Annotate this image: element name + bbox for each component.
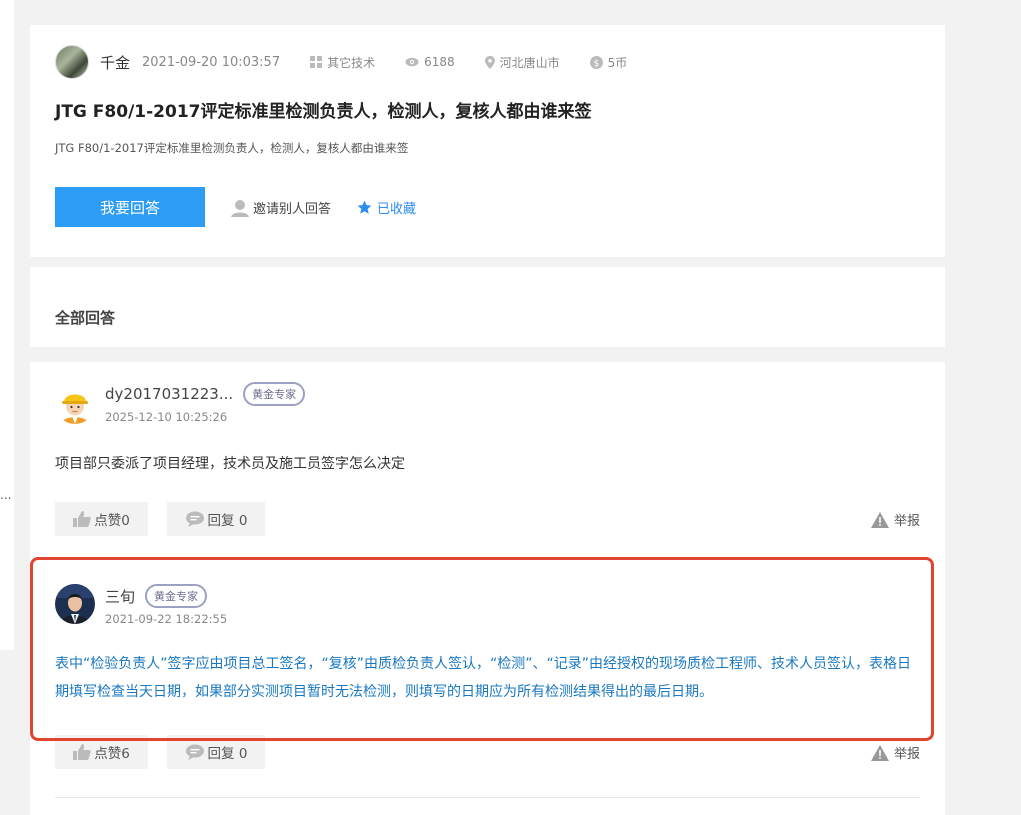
- reply-button[interactable]: 回复 0: [167, 502, 265, 536]
- like-count: 点赞0: [94, 513, 130, 529]
- all-answers-header: 全部回答: [30, 267, 945, 347]
- asker-name[interactable]: 千金: [100, 52, 130, 73]
- favorite-label: 已收藏: [377, 202, 417, 217]
- reply-count: 回复 0: [207, 746, 248, 762]
- star-icon: [357, 200, 372, 214]
- reply-count: 回复 0: [207, 513, 248, 529]
- coin-icon: $: [589, 55, 603, 69]
- answers-list: dy2017031223... 黄金专家 2025-12-10 10:25:26…: [30, 362, 945, 815]
- answer-time: 2021-09-22 18:22:55: [105, 612, 228, 626]
- warning-icon: [870, 511, 889, 528]
- location-meta: 河北唐山市: [484, 54, 560, 71]
- thumbs-up-icon: [73, 744, 91, 760]
- thumbs-up-icon: [73, 511, 91, 527]
- views-count: 6188: [424, 55, 455, 69]
- left-sidebar-strip: ...: [0, 0, 14, 650]
- report-button[interactable]: 举报: [870, 743, 920, 762]
- reply-button[interactable]: 回复 0: [167, 735, 265, 769]
- answerer-name[interactable]: 三旬: [105, 586, 135, 607]
- warning-icon: [870, 744, 889, 761]
- answer-text: 项目部只委派了项目经理，技术员及施工员签字怎么决定: [55, 456, 405, 472]
- eye-icon: [405, 57, 419, 67]
- report-button[interactable]: 举报: [870, 510, 920, 529]
- answer-actions: 点赞0 回复 0 举报: [55, 502, 920, 536]
- svg-text:$: $: [593, 59, 599, 69]
- report-label: 举报: [893, 514, 920, 529]
- views-meta: 6188: [405, 55, 455, 69]
- person-icon: [231, 199, 249, 217]
- invite-label: 邀请别人回答: [253, 202, 332, 217]
- answer-item: dy2017031223... 黄金专家 2025-12-10 10:25:26…: [55, 382, 920, 478]
- question-meta: 千金 2021-09-20 10:03:57 其它技术 6188 河北唐山市 $…: [55, 45, 627, 79]
- category-label: 其它技术: [327, 55, 376, 70]
- answer-item: 三旬 黄金专家 2021-09-22 18:22:55 表中“检验负责人”签字应…: [55, 584, 920, 706]
- answerer-name[interactable]: dy2017031223...: [105, 385, 233, 403]
- question-description: JTG F80/1-2017评定标准里检测负责人，检测人，复核人都由谁来签: [55, 141, 409, 155]
- favorite-button[interactable]: 已收藏: [357, 198, 416, 217]
- answer-time: 2025-12-10 10:25:26: [105, 410, 228, 424]
- comment-bubble-icon: [185, 744, 204, 760]
- category-grid-icon: [310, 56, 323, 68]
- comment-bubble-icon: [185, 511, 204, 527]
- like-count: 点赞6: [94, 746, 130, 762]
- invite-button[interactable]: 邀请别人回答: [230, 198, 331, 217]
- man-in-suit-avatar-icon[interactable]: [55, 584, 95, 624]
- expert-badge: 黄金专家: [145, 584, 208, 608]
- list-divider: [55, 797, 920, 798]
- category-meta[interactable]: 其它技术: [310, 54, 375, 71]
- truncated-text: ...: [0, 488, 12, 502]
- like-button[interactable]: 点赞6: [55, 735, 148, 769]
- question-time: 2021-09-20 10:03:57: [142, 54, 281, 70]
- reward-meta: $ 5币: [589, 54, 628, 71]
- worker-helmet-avatar-icon[interactable]: [55, 384, 95, 424]
- location-label: 河北唐山市: [499, 55, 560, 70]
- all-answers-title: 全部回答: [55, 309, 116, 327]
- answer-actions: 点赞6 回复 0 举报: [55, 735, 920, 769]
- asker-avatar[interactable]: [55, 45, 89, 79]
- question-card: 千金 2021-09-20 10:03:57 其它技术 6188 河北唐山市 $…: [30, 25, 945, 257]
- question-title: JTG F80/1-2017评定标准里检测负责人，检测人，复核人都由谁来签: [55, 102, 592, 122]
- like-button[interactable]: 点赞0: [55, 502, 148, 536]
- answer-button[interactable]: 我要回答: [55, 187, 205, 227]
- report-label: 举报: [893, 747, 920, 762]
- answer-text: 表中“检验负责人”签字应由项目总工签名，“复核”由质检负责人签认，“检测”、“记…: [55, 656, 912, 700]
- reward-label: 5币: [607, 55, 628, 70]
- expert-badge: 黄金专家: [243, 382, 306, 406]
- location-pin-icon: [484, 55, 495, 69]
